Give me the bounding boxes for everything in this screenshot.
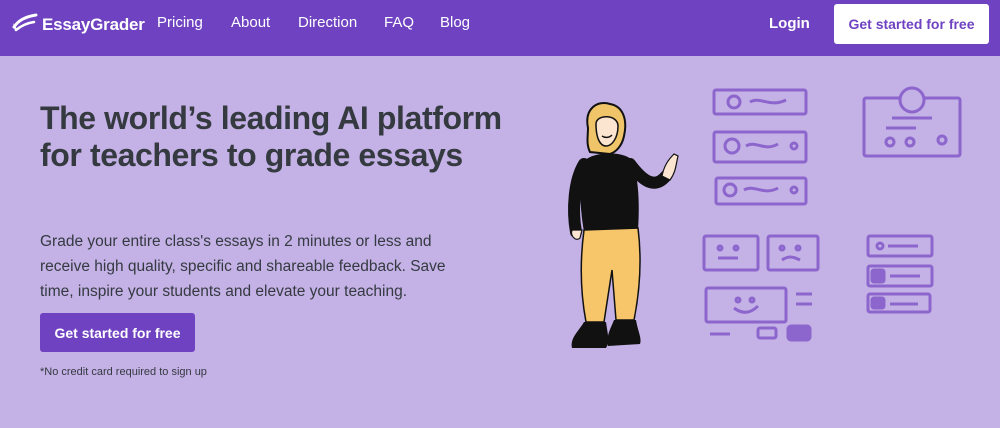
woman-figure	[568, 102, 679, 348]
login-link[interactable]: Login	[769, 15, 810, 32]
nav-link-faq[interactable]: FAQ	[384, 14, 414, 31]
nav-link-blog[interactable]: Blog	[440, 14, 470, 31]
feedback-cards-stack	[712, 88, 808, 206]
no-credit-card-note: *No credit card required to sign up	[40, 366, 207, 378]
hero-headline: The world’s leading AI platform for teac…	[40, 100, 502, 173]
brand-name: EssayGrader	[42, 14, 145, 34]
nav-link-pricing[interactable]: Pricing	[157, 14, 203, 31]
get-started-nav-button[interactable]: Get started for free	[834, 4, 989, 44]
hero-illustration	[550, 80, 980, 360]
nav-link-about[interactable]: About	[231, 14, 270, 31]
feedback-cards-list	[866, 234, 934, 314]
woman-pointing-illustration	[568, 86, 962, 348]
nav-link-direction[interactable]: Direction	[298, 14, 357, 31]
hero-subtext: Grade your entire class's essays in 2 mi…	[40, 233, 446, 300]
feedback-cards-grid	[702, 234, 820, 342]
top-navbar: EssayGrader Pricing About Direction FAQ …	[0, 0, 1000, 56]
get-started-hero-button[interactable]: Get started for free	[40, 313, 195, 352]
logo-icon	[12, 11, 42, 38]
feedback-card-face	[862, 86, 962, 158]
brand-logo[interactable]: EssayGrader	[12, 11, 145, 38]
